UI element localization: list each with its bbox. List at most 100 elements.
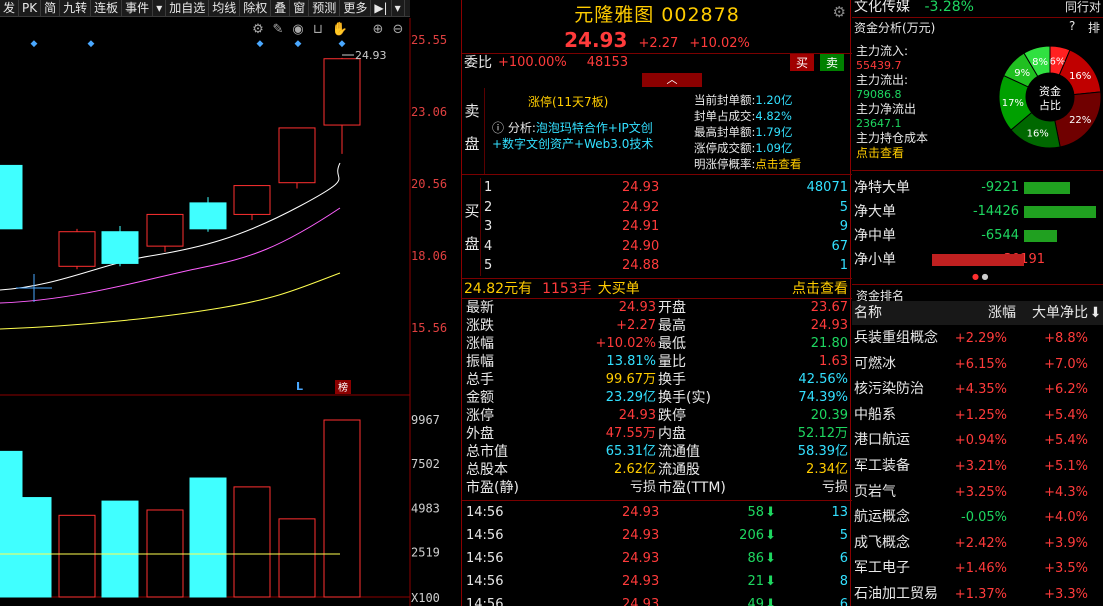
sector-peer-link[interactable]: 同行对 — [1065, 0, 1101, 15]
volume-bar — [146, 509, 184, 598]
rank-row[interactable]: 兵装重组概念 +2.29% +8.8% — [852, 326, 1103, 352]
buy-side-char-1: 买 — [464, 202, 480, 220]
big-buy-text: 大买单 — [597, 281, 640, 297]
bang-marker[interactable]: 榜 — [338, 381, 348, 394]
net-flow-list: 净特大单 -9221 净大单 -14426 净中单 -6544 净小单 30191 — [852, 176, 1103, 276]
sector-row[interactable]: 文化传媒 -3.28% 同行对 — [852, 0, 1103, 16]
rank-row[interactable]: 港口航运 +0.94% +5.4% — [852, 428, 1103, 454]
rank-row[interactable]: 军工装备 +3.21% +5.1% — [852, 454, 1103, 480]
net-flow-row: 净大单 -14426 — [852, 200, 1103, 224]
bid-price: 24.91 — [622, 219, 660, 234]
stat-label: 市盈(TTM) — [658, 480, 726, 496]
toolbar-item[interactable]: ▾ — [153, 0, 167, 16]
pen-icon[interactable]: ✎ — [273, 22, 284, 37]
toolbar-item[interactable]: 发 — [0, 0, 20, 16]
rank-header-net[interactable]: 大单净比 — [1016, 301, 1088, 325]
rank-row[interactable]: 可燃冰 +6.15% +7.0% — [852, 352, 1103, 378]
stat-label: 总手 — [466, 372, 494, 388]
net-flow-bar — [1024, 230, 1057, 242]
event-marker-icon[interactable]: ◆ — [31, 39, 38, 49]
stat-value: 亏损 — [821, 480, 848, 495]
sort-down-arrow-icon[interactable]: ⬇ — [1088, 301, 1103, 325]
stat-label: 跌停 — [658, 408, 686, 424]
event-marker-icon[interactable]: ◆ — [257, 39, 264, 49]
seal-stat-value: 1.20亿 — [755, 93, 793, 107]
toolbar-item[interactable]: 均线 — [209, 0, 241, 16]
toolbar-item[interactable]: 加自选 — [166, 0, 210, 16]
sell-side-label: 卖 盘 — [462, 88, 482, 174]
rank-net: +4.0% — [1044, 510, 1088, 526]
toolbar-item[interactable]: 预测 — [309, 0, 341, 16]
main-cost-link[interactable]: 点击查看 — [856, 146, 966, 161]
hand-icon[interactable]: ✋ — [332, 21, 348, 37]
tick-time: 14:56 — [466, 597, 504, 606]
event-marker-icon[interactable]: ◆ — [339, 39, 346, 49]
toolbar-item[interactable]: 叠 — [271, 0, 291, 16]
rank-header-name[interactable]: 名称 — [852, 301, 954, 325]
help-icon[interactable]: ? — [1069, 19, 1075, 33]
big-buy-link[interactable]: 点击查看 — [792, 280, 848, 298]
rank-row[interactable]: 军工电子 +1.46% +3.5% — [852, 556, 1103, 582]
net-flow-row: 净中单 -6544 — [852, 224, 1103, 248]
seal-stat-row: 当前封单额:1.20亿 — [694, 92, 844, 108]
bid-price: 24.90 — [622, 238, 660, 254]
l-marker[interactable]: L — [296, 380, 303, 393]
event-marker-icon[interactable]: ◆ — [88, 39, 95, 49]
volume-axis-label: X100 — [411, 591, 440, 605]
rank-row[interactable]: 航运概念 -0.05% +4.0% — [852, 505, 1103, 531]
seal-stat-value[interactable]: 点击查看 — [755, 157, 801, 171]
toolbar-item[interactable]: PK — [19, 0, 42, 16]
current-price: 24.93 — [564, 28, 628, 52]
tick-volume: 58 — [747, 505, 764, 520]
zoom-out-icon[interactable]: ⊖ — [393, 22, 404, 37]
candle — [189, 202, 227, 230]
stat-value: +2.27 — [616, 318, 656, 333]
rank-row[interactable]: 中船系 +1.25% +5.4% — [852, 403, 1103, 429]
seal-stats: 当前封单额:1.20亿 封单占成交:4.82% 最高封单额:1.79亿 涨停成交额:1… — [694, 92, 844, 172]
stock-name: 元隆雅图 — [574, 4, 655, 26]
event-marker-icon[interactable]: ◆ — [295, 39, 302, 49]
zoom-in-icon[interactable]: ⊕ — [373, 22, 384, 37]
down-arrow-icon: ⬇ — [765, 574, 776, 589]
rank-row[interactable]: 石油加工贸易 +1.37% +3.3% — [852, 582, 1103, 606]
main-outflow-label: 主力流出: — [856, 73, 909, 87]
kline-chart[interactable]: ⚙ ✎ ◉ ⊔ ✋ ⊕ ⊖ ◆ ◆ ◆ ◆ ◆ 25.55 23.06 20.56 18.06 15.56 24.… — [0, 18, 460, 606]
candle — [58, 231, 96, 267]
rank-list: 兵装重组概念 +2.29% +8.8% 可燃冰 +6.15% +7.0% 核污染防治 +4.3… — [852, 326, 1103, 606]
toolbar-item[interactable]: 事件 — [122, 0, 154, 16]
sell-button[interactable]: 卖 — [820, 54, 844, 71]
toolbar-item[interactable]: 简 — [41, 0, 61, 16]
sell-side-char-1: 卖 — [464, 102, 480, 120]
basket-icon[interactable]: ⊔ — [313, 22, 323, 37]
collapse-chevron-icon[interactable]: ︿ — [642, 73, 702, 87]
rank-row[interactable]: 成飞概念 +2.42% +3.9% — [852, 531, 1103, 557]
settings-gear-icon[interactable]: ⚙ — [833, 3, 846, 21]
toolbar-item[interactable]: ▶| — [371, 0, 392, 16]
tick-volume: 206 — [739, 528, 764, 543]
gear-icon[interactable]: ⚙ — [252, 22, 264, 37]
rank-row[interactable]: 页岩气 +3.25% +4.3% — [852, 480, 1103, 506]
toolbar-item[interactable]: 连板 — [91, 0, 123, 16]
toolbar-item[interactable]: 九转 — [60, 0, 92, 16]
big-buy-row[interactable]: 24.82 元有 1153手 大买单 点击查看 — [462, 280, 852, 298]
stat-value: 58.39亿 — [797, 444, 848, 459]
rank-row[interactable]: 核污染防治 +4.35% +6.2% — [852, 377, 1103, 403]
seal-stat-row: 明涨停概率:点击查看 — [694, 156, 844, 172]
rank-button[interactable]: 排 — [1088, 19, 1100, 36]
main-cost-label: 主力持仓成本 — [856, 131, 929, 145]
stat-value: 99.67万 — [605, 372, 656, 387]
toolbar-item[interactable]: 除权 — [240, 0, 272, 16]
eye-icon[interactable]: ◉ — [292, 22, 303, 37]
weibi-row: 委比 +100.00% 48153 买 卖 — [462, 54, 852, 72]
rank-header-change[interactable]: 涨幅 — [954, 301, 1016, 325]
bid-row: 1 24.93 48071 — [482, 178, 852, 198]
toolbar-item[interactable]: 更多 — [340, 0, 372, 16]
seal-stat-value: 1.09亿 — [755, 141, 793, 155]
toolbar-item[interactable]: 窗 — [290, 0, 310, 16]
net-flow-bar — [932, 254, 1024, 266]
main-net-value: 23647.1 — [856, 116, 902, 130]
page-dots[interactable]: ● ● — [972, 272, 989, 281]
toolbar-item[interactable]: ▾ — [392, 0, 405, 16]
buy-button[interactable]: 买 — [790, 54, 814, 71]
rank-name: 航运概念 — [854, 509, 910, 526]
